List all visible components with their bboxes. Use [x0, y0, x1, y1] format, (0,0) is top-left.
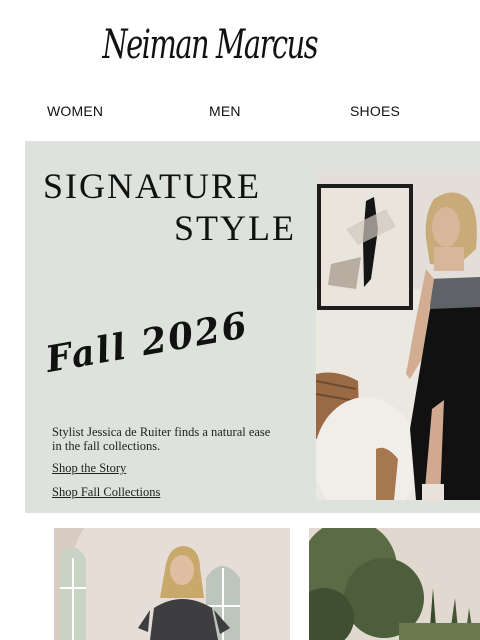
- headline-style: STYLE: [174, 208, 296, 248]
- hero-photo[interactable]: [316, 169, 480, 500]
- feature-tile-right-image: [309, 528, 480, 640]
- brand-logo[interactable]: Neiman Marcus: [0, 22, 426, 68]
- feature-tile-right[interactable]: [309, 528, 480, 640]
- hero-description: Stylist Jessica de Ruiter finds a natura…: [52, 425, 271, 453]
- script-title: Fall 2026: [42, 304, 252, 381]
- nav-item-shoes[interactable]: SHOES: [350, 103, 400, 119]
- hero-photo-image: [316, 169, 480, 500]
- headline-signature: SIGNATURE: [43, 166, 262, 206]
- feature-tile-left-image: [54, 528, 290, 640]
- shop-story-link[interactable]: Shop the Story: [52, 461, 126, 476]
- nav-item-women[interactable]: WOMEN: [47, 103, 103, 119]
- shop-fall-collections-link[interactable]: Shop Fall Collections: [52, 485, 160, 500]
- nav-item-men[interactable]: MEN: [209, 103, 241, 119]
- feature-tile-left[interactable]: [54, 528, 290, 640]
- main-nav: WOMEN MEN SHOES: [0, 103, 480, 123]
- hero-banner[interactable]: SIGNATURE STYLE Fall 2026 Stylist Jessic…: [25, 141, 480, 513]
